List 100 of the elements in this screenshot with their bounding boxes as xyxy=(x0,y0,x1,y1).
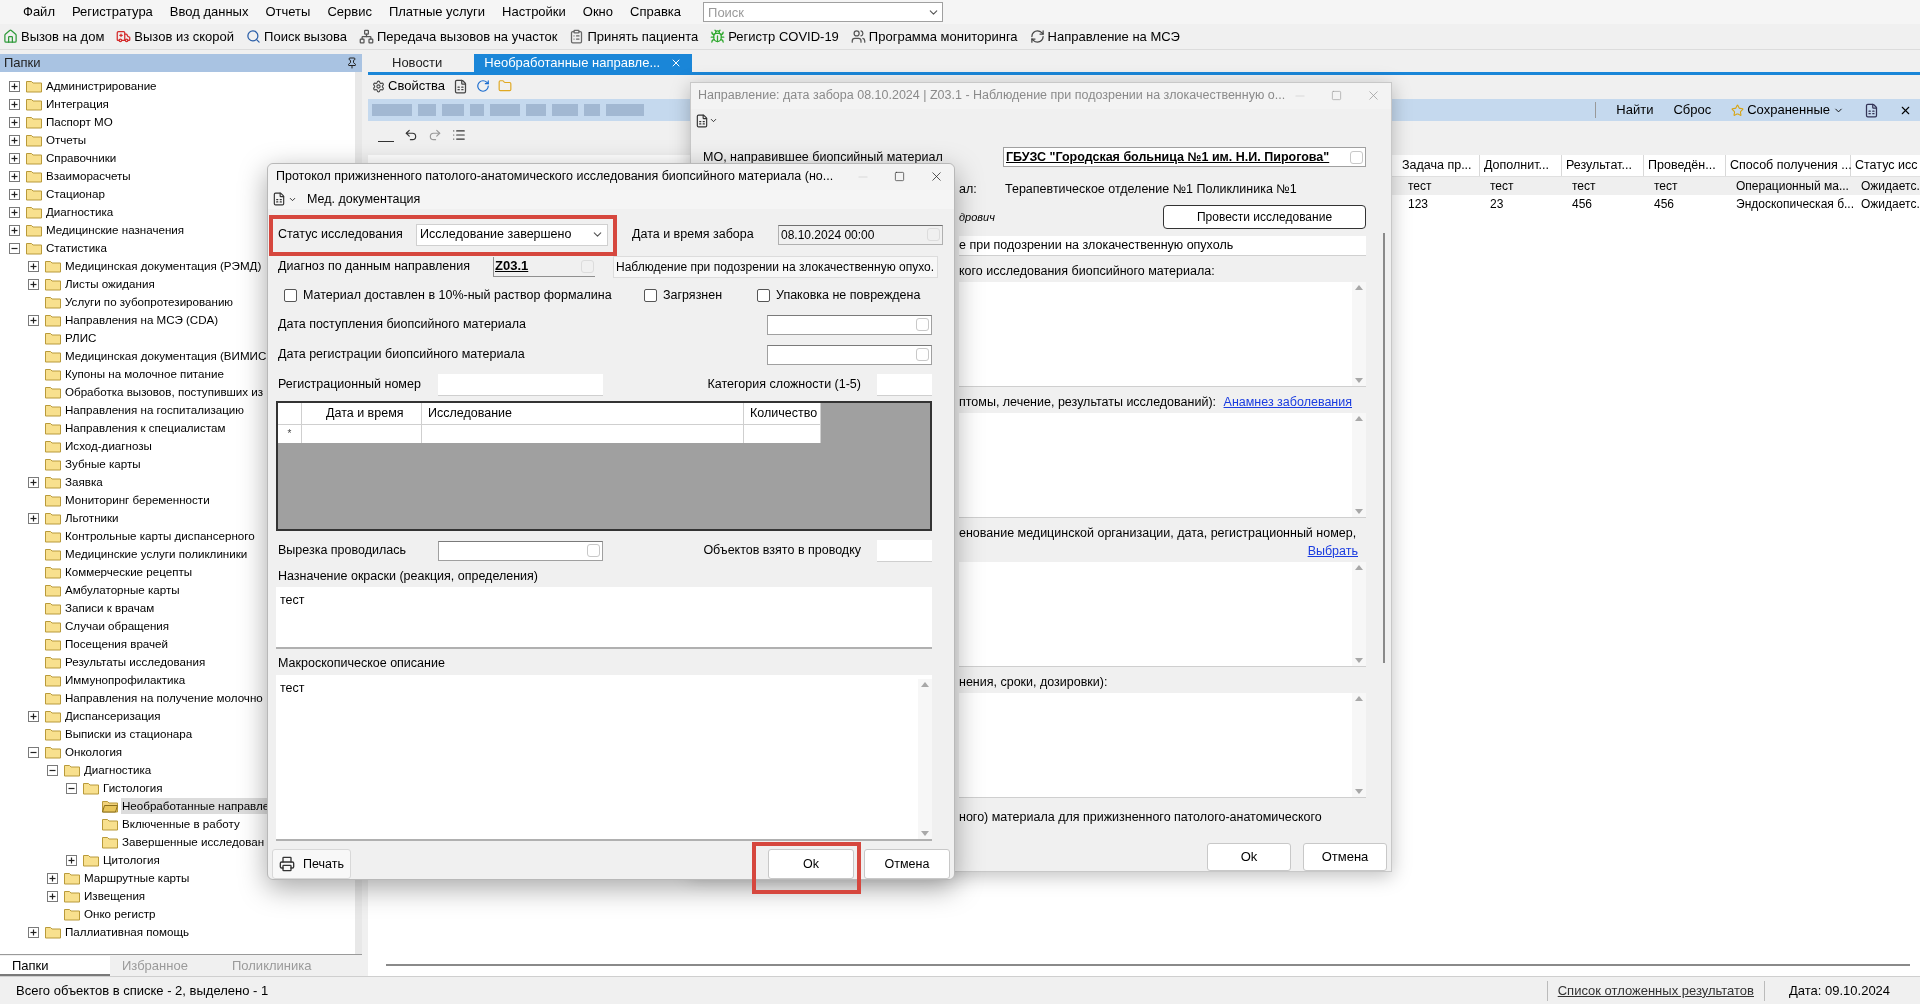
tree-item[interactable]: Стационар xyxy=(45,186,106,202)
refresh-icon[interactable] xyxy=(476,79,491,93)
run-research-button[interactable]: Провести исследование xyxy=(1163,205,1366,230)
expand-toggle[interactable] xyxy=(8,206,20,218)
grid-header[interactable]: Исследование xyxy=(422,402,744,424)
toolbar-label[interactable]: Мед. документация xyxy=(307,189,421,209)
tree-item[interactable]: Мониторинг беременности xyxy=(64,492,211,508)
find-button[interactable]: Найти xyxy=(1616,100,1654,120)
expand-toggle[interactable] xyxy=(8,134,20,146)
tree-item[interactable]: РЛИС xyxy=(64,330,98,346)
objects-count-field[interactable] xyxy=(877,539,932,562)
scrollbar[interactable] xyxy=(1352,413,1366,518)
expand-toggle[interactable] xyxy=(27,476,39,488)
menu-item[interactable]: Файл xyxy=(16,2,62,22)
tree-item[interactable]: Направления на госпитализацию xyxy=(64,402,245,418)
tree-item[interactable]: Цитология xyxy=(102,852,161,868)
checkbox[interactable] xyxy=(644,289,657,302)
expand-toggle[interactable] xyxy=(27,512,39,524)
registration-number-field[interactable] xyxy=(438,373,603,396)
menu-item[interactable]: Отчеты xyxy=(258,2,318,22)
tree-item[interactable]: Услуги по зубопротезированию xyxy=(64,294,235,310)
tree-item[interactable]: Купоны на молочное питание xyxy=(64,366,225,382)
tree-item[interactable]: Выписки из стационара xyxy=(64,726,194,742)
collapse-toggle[interactable] xyxy=(46,764,58,776)
date-field[interactable] xyxy=(767,344,932,365)
expand-toggle[interactable] xyxy=(8,224,20,236)
reset-button[interactable]: Сброс xyxy=(1673,100,1712,120)
tree-item[interactable]: Паспорт МО xyxy=(45,114,114,130)
column-header[interactable]: Статус исс xyxy=(1851,155,1920,176)
toolbar-button[interactable]: Программа мониторинга xyxy=(849,25,1019,48)
picker-toggle[interactable] xyxy=(916,318,929,331)
diagnosis-field[interactable]: е при подозрении на злокачественную опухоль xyxy=(959,236,1366,257)
print-button[interactable]: Печать xyxy=(272,849,351,879)
menu-item[interactable]: Ввод данных xyxy=(162,2,256,22)
grid-header[interactable]: Количество xyxy=(744,402,821,424)
tree-item[interactable]: Медицинские назначения xyxy=(45,222,186,238)
tree-item[interactable]: Случаи обращения xyxy=(64,618,171,634)
picker-toggle[interactable] xyxy=(916,348,929,361)
checkbox[interactable] xyxy=(284,289,297,302)
macroscopic-text-area[interactable]: тест xyxy=(276,675,932,841)
expand-toggle[interactable] xyxy=(8,98,20,110)
expand-toggle[interactable] xyxy=(27,260,39,272)
list-icon[interactable] xyxy=(452,128,466,142)
menu-item[interactable]: Сервис xyxy=(320,2,379,22)
toolbar-button[interactable]: Передача вызовов на участок xyxy=(358,25,559,48)
tree-item[interactable]: Администрирование xyxy=(45,78,158,94)
tree-item[interactable]: Медицинская документация (ВИМИС xyxy=(64,348,268,364)
properties-button[interactable]: Свойства xyxy=(372,76,446,96)
tree-item[interactable]: Гистология xyxy=(102,780,164,796)
collapse-toggle[interactable] xyxy=(65,782,77,794)
tree-item[interactable]: Завершенные исследован xyxy=(121,834,266,850)
grid-header[interactable]: Дата и время xyxy=(302,402,422,424)
tree-item[interactable]: Паллиативная помощь xyxy=(64,924,190,940)
tree-item[interactable]: Извещения xyxy=(83,888,147,904)
tree-item[interactable]: Диагностика xyxy=(45,204,115,220)
expand-toggle[interactable] xyxy=(46,890,58,902)
tree-item[interactable]: Коммерческие рецепты xyxy=(64,564,194,580)
toolbar-button[interactable]: Вызов из скорой xyxy=(115,25,236,48)
checkbox[interactable] xyxy=(757,289,770,302)
cancel-button[interactable]: Отмена xyxy=(1303,843,1387,871)
tree-item[interactable]: Отчеты xyxy=(45,132,88,148)
menu-item[interactable]: Платные услуги xyxy=(381,2,493,22)
tree-item[interactable]: Льготники xyxy=(64,510,120,526)
tree-item[interactable]: Включенные в работу xyxy=(121,816,241,832)
picker-toggle[interactable] xyxy=(587,544,600,557)
tree-item[interactable]: Диспансеризация xyxy=(64,708,162,724)
cancel-button[interactable]: Отмена xyxy=(864,849,950,879)
expand-toggle[interactable] xyxy=(8,152,20,164)
complexity-field[interactable] xyxy=(877,373,932,396)
tree-item[interactable]: Зубные карты xyxy=(64,456,142,472)
undo-icon[interactable] xyxy=(404,128,418,142)
document-tab[interactable]: Необработанные направле... xyxy=(474,54,693,72)
column-header[interactable]: Результат... xyxy=(1562,155,1644,176)
ok-button[interactable]: Ok xyxy=(768,849,854,879)
tree-item[interactable]: Статистика xyxy=(45,240,108,256)
scrollbar[interactable] xyxy=(1352,562,1366,667)
saved-filters-button[interactable]: Сохраненные xyxy=(1731,100,1844,120)
expand-toggle[interactable] xyxy=(27,278,39,290)
expand-toggle[interactable] xyxy=(8,188,20,200)
column-header[interactable]: Способ получения ... xyxy=(1726,155,1851,176)
organization-field[interactable]: ГБУЗС "Городская больница №1 им. Н.И. Пирогова" xyxy=(1003,147,1366,168)
tree-item[interactable]: Посещения врачей xyxy=(64,636,170,652)
scrollbar[interactable] xyxy=(1352,693,1366,798)
tree-item[interactable]: Онко регистр xyxy=(83,906,157,922)
tree-item[interactable]: Обработка вызовов, поступивших из xyxy=(64,384,265,400)
tree-item[interactable]: Онкология xyxy=(64,744,124,760)
expand-toggle[interactable] xyxy=(8,80,20,92)
picker-toggle[interactable] xyxy=(1350,150,1363,164)
tree-item[interactable]: Амбулаторные карты xyxy=(64,582,181,598)
toolbar-button[interactable]: Направление на МСЭ xyxy=(1028,25,1181,48)
expand-toggle[interactable] xyxy=(27,710,39,722)
tree-item[interactable]: Медицинские услуги поликлиники xyxy=(64,546,249,562)
tree-item[interactable]: Маршрутные карты xyxy=(83,870,191,886)
tree-item[interactable]: Справочники xyxy=(45,150,118,166)
tree-item[interactable]: Медицинская документация (РЭМД) xyxy=(64,258,263,274)
expand-toggle[interactable] xyxy=(27,314,39,326)
toolbar-button[interactable]: Поиск вызова xyxy=(245,25,348,48)
expand-toggle[interactable] xyxy=(27,926,39,938)
tree-item[interactable]: Иммунопрофилактика xyxy=(64,672,187,688)
staining-text-area[interactable]: тест xyxy=(276,587,932,650)
